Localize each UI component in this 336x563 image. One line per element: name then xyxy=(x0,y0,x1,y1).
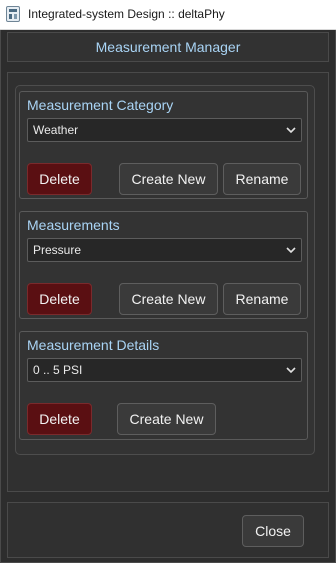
measurements-group: Measurements Pressure Delete Create New … xyxy=(19,211,308,319)
create-detail-button[interactable]: Create New xyxy=(117,403,216,435)
delete-detail-button[interactable]: Delete xyxy=(27,403,92,435)
window-titlebar[interactable]: Integrated-system Design :: deltaPhy xyxy=(0,0,336,30)
measurement-category-title: Measurement Category xyxy=(27,97,174,113)
dialog-header: Measurement Manager xyxy=(7,32,329,62)
create-category-button[interactable]: Create New xyxy=(119,163,218,195)
delete-category-button[interactable]: Delete xyxy=(27,163,92,195)
close-button[interactable]: Close xyxy=(242,515,304,547)
chevron-down-icon xyxy=(286,247,296,254)
rename-measurement-button[interactable]: Rename xyxy=(223,283,301,315)
chevron-down-icon xyxy=(286,367,296,374)
measurement-category-group: Measurement Category Weather Delete Crea… xyxy=(19,91,308,199)
measurement-details-select[interactable]: 0 .. 5 PSI xyxy=(27,358,302,382)
rename-category-button[interactable]: Rename xyxy=(223,163,301,195)
measurement-category-select[interactable]: Weather xyxy=(27,118,302,142)
measurements-select[interactable]: Pressure xyxy=(27,238,302,262)
dialog-title: Measurement Manager xyxy=(95,39,241,55)
measurement-category-value: Weather xyxy=(33,123,79,137)
chevron-down-icon xyxy=(286,127,296,134)
dialog-footer: Close xyxy=(7,502,329,558)
measurement-details-title: Measurement Details xyxy=(27,337,160,353)
app-logo-icon xyxy=(6,6,20,22)
measurement-details-value: 0 .. 5 PSI xyxy=(33,363,83,377)
window-title: Integrated-system Design :: deltaPhy xyxy=(28,7,225,21)
create-measurement-button[interactable]: Create New xyxy=(119,283,218,315)
delete-measurement-button[interactable]: Delete xyxy=(27,283,92,315)
measurements-title: Measurements xyxy=(27,217,120,233)
measurements-value: Pressure xyxy=(33,243,82,257)
measurement-details-group: Measurement Details 0 .. 5 PSI Delete Cr… xyxy=(19,331,308,440)
